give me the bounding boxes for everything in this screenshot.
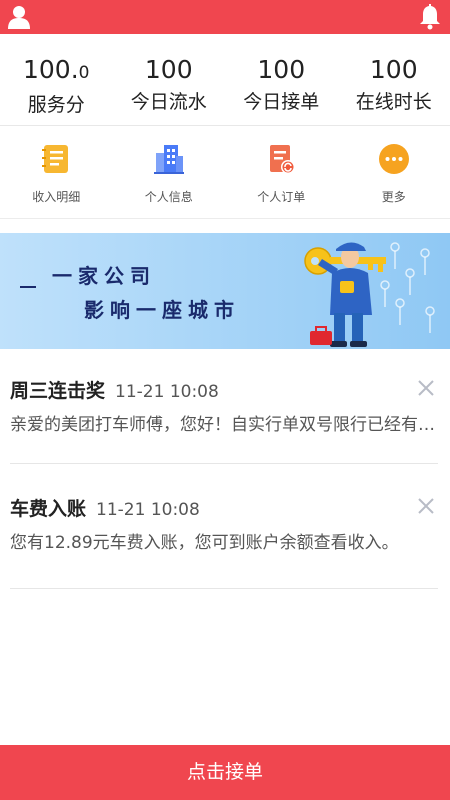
building-icon bbox=[153, 145, 184, 174]
notice-title: 车费入账 bbox=[10, 498, 87, 520]
menu-item-income-detail[interactable]: 收入明细 bbox=[0, 126, 113, 218]
promo-banner[interactable]: 一家公司 影响一座城市 bbox=[0, 233, 450, 349]
stats-row: 100.0 服务分 100 今日流水 100 今日接单 100 在线时长 bbox=[0, 34, 450, 126]
notice-title: 周三连击奖 bbox=[10, 380, 106, 402]
stat-label: 今日流水 bbox=[130, 91, 207, 113]
user-icon[interactable] bbox=[8, 5, 30, 29]
quick-menu: 收入明细 个人信息 个人订单 更多 bbox=[0, 126, 450, 219]
menu-label: 更多 bbox=[381, 190, 406, 204]
bell-icon[interactable] bbox=[418, 4, 442, 30]
income-detail-icon bbox=[42, 145, 69, 173]
order-icon bbox=[270, 145, 296, 174]
stat-value: 100 bbox=[257, 55, 306, 84]
notice-body: 亲爱的美团打车师傅，您好！自实行单双号限行已经有一段时间了 bbox=[10, 415, 440, 435]
stat-value-decimal: 0 bbox=[78, 63, 90, 83]
stat-label: 今日接单 bbox=[243, 91, 320, 113]
more-icon bbox=[378, 144, 409, 174]
notice-title-row: 车费入账 11-21 10:08 bbox=[10, 494, 200, 520]
stat-label: 在线时长 bbox=[355, 91, 432, 113]
stat-label: 服务分 bbox=[27, 94, 85, 116]
notice-card[interactable]: 周三连击奖 11-21 10:08 亲爱的美团打车师傅，您好！自实行单双号限行已经… bbox=[10, 376, 440, 464]
top-bar bbox=[0, 0, 450, 34]
stat-value: 100.0 bbox=[23, 55, 90, 84]
stat-today-orders: 100 今日接单 bbox=[225, 34, 338, 125]
menu-label: 个人信息 bbox=[144, 190, 193, 204]
close-icon[interactable] bbox=[416, 496, 436, 516]
notice-time: 11-21 10:08 bbox=[96, 500, 200, 520]
banner-line2: 影响一座城市 bbox=[84, 298, 240, 322]
banner-line1: 一家公司 bbox=[52, 264, 156, 288]
menu-item-personal-info[interactable]: 个人信息 bbox=[113, 126, 226, 218]
notice-time: 11-21 10:08 bbox=[115, 382, 219, 402]
stat-value: 100 bbox=[369, 55, 418, 84]
stat-value: 100 bbox=[144, 55, 193, 84]
notice-title-row: 周三连击奖 11-21 10:08 bbox=[10, 376, 219, 402]
notice-body: 您有12.89元车费入账，您可到账户余额查看收入。 bbox=[10, 533, 399, 553]
close-icon[interactable] bbox=[416, 378, 436, 398]
accept-order-button[interactable]: 点击接单 bbox=[0, 745, 450, 800]
notice-card[interactable]: 车费入账 11-21 10:08 您有12.89元车费入账，您可到账户余额查看收入… bbox=[10, 494, 438, 589]
stat-online-time: 100 在线时长 bbox=[338, 34, 450, 125]
menu-item-more[interactable]: 更多 bbox=[338, 126, 450, 218]
stat-today-flow: 100 今日流水 bbox=[113, 34, 226, 125]
menu-label: 个人订单 bbox=[257, 190, 306, 204]
menu-label: 收入明细 bbox=[32, 190, 81, 204]
stat-service-score: 100.0 服务分 bbox=[0, 34, 113, 125]
menu-item-personal-orders[interactable]: 个人订单 bbox=[225, 126, 338, 218]
